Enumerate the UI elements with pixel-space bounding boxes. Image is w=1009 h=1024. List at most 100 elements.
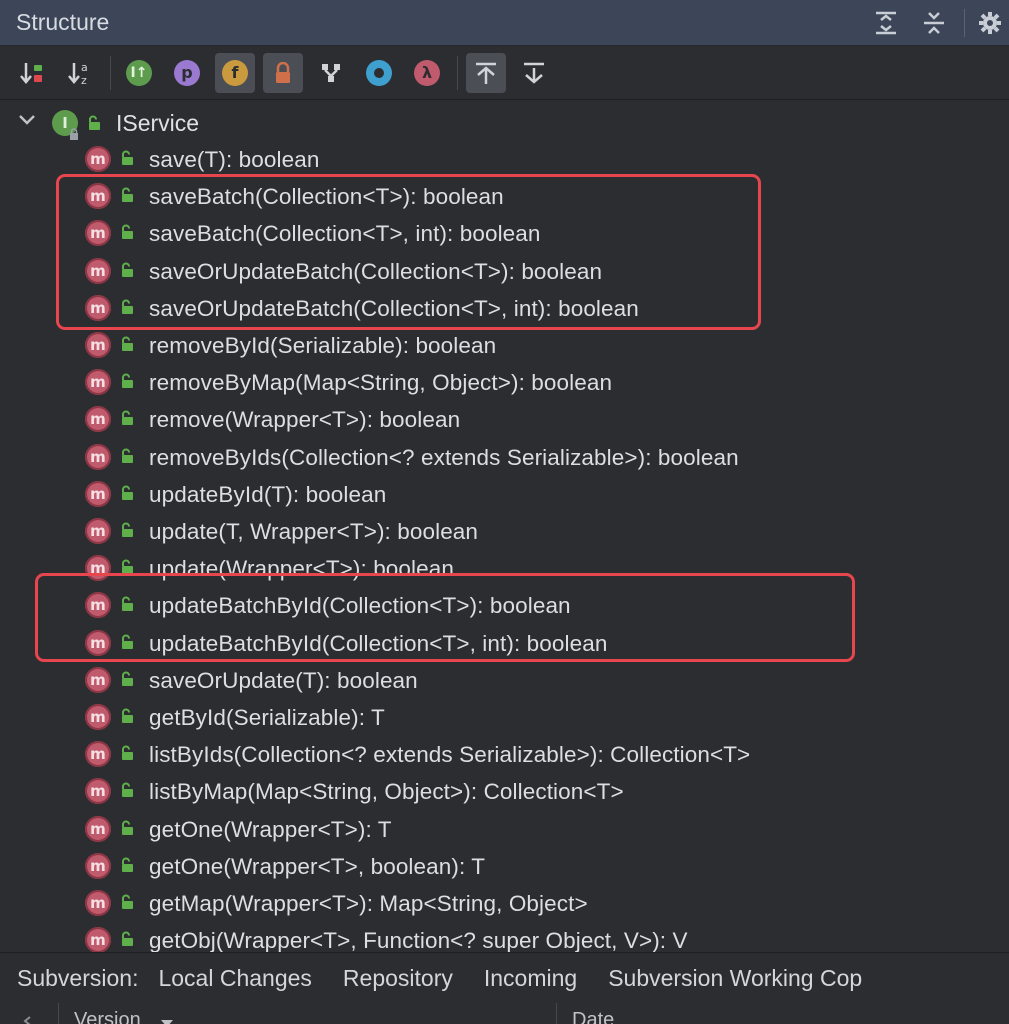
tree-method-row[interactable]: m removeById(Serializable): boolean	[0, 327, 1009, 364]
method-label: saveOrUpdate(T): boolean	[149, 667, 418, 693]
method-label: getOne(Wrapper<T>): T	[149, 816, 392, 842]
tab-subversion-working-copy[interactable]: Subversion Working Cop	[608, 965, 862, 992]
structure-header: Structure	[0, 0, 1009, 46]
autoscroll-to-source-icon[interactable]	[466, 52, 506, 93]
method-icon: m	[85, 146, 111, 172]
public-lock-icon	[119, 820, 135, 841]
tree-method-row[interactable]: m getMap(Wrapper<T>): Map<String, Object>	[0, 885, 1009, 922]
public-lock-icon	[119, 187, 135, 208]
tree-method-row[interactable]: m update(T, Wrapper<T>): boolean	[0, 513, 1009, 550]
scroll-left-icon[interactable]	[22, 1013, 32, 1024]
method-icon: m	[85, 815, 111, 842]
tree-method-row[interactable]: m saveOrUpdateBatch(Collection<T>): boole…	[0, 253, 1009, 290]
tree-method-row[interactable]: m update(Wrapper<T>): boolean	[0, 550, 1009, 587]
public-lock-icon	[119, 336, 135, 357]
method-icon: m	[85, 406, 111, 433]
method-label: getObj(Wrapper<T>, Function<? super Obje…	[149, 928, 688, 952]
sort-by-visibility-icon[interactable]	[12, 53, 52, 93]
autoscroll-from-source-icon[interactable]	[514, 53, 554, 93]
method-label: saveOrUpdateBatch(Collection<T>): boolea…	[149, 258, 603, 284]
method-label: saveBatch(Collection<T>): boolean	[149, 184, 504, 210]
toolbar-separator-2	[457, 55, 458, 90]
subversion-prefix: Subversion:	[17, 964, 139, 991]
tree-method-row[interactable]: m saveBatch(Collection<T>): boolean	[0, 178, 1009, 215]
tree-method-row[interactable]: m updateBatchById(Collection<T>): boolean	[0, 587, 1009, 624]
method-label: updateBatchById(Collection<T>, int): boo…	[149, 630, 608, 656]
structure-toolbar: a z I↑ p f λ	[0, 46, 1009, 100]
show-lambdas-icon[interactable]: λ	[407, 53, 447, 93]
tree-method-row[interactable]: m listByMap(Map<String, Object>): Collect…	[0, 773, 1009, 810]
header-separator	[964, 8, 965, 37]
table-header-strip: Version Date	[0, 1003, 1009, 1024]
sort-alphabetically-icon[interactable]: a z	[60, 53, 100, 93]
column-divider-2	[556, 1003, 557, 1024]
group-methods-icon[interactable]	[311, 53, 351, 93]
tree-method-row[interactable]: m updateById(T): boolean	[0, 476, 1009, 513]
public-lock-icon	[119, 857, 135, 878]
expand-all-icon[interactable]	[862, 0, 910, 45]
public-lock-icon	[119, 596, 135, 617]
method-icon: m	[85, 666, 111, 693]
show-inherited-icon[interactable]: I↑	[119, 53, 159, 93]
method-label: listByIds(Collection<? extends Serializa…	[149, 742, 751, 768]
public-lock-icon	[119, 448, 135, 469]
collapse-all-icon[interactable]	[910, 0, 958, 45]
panel-title: Structure	[16, 9, 110, 35]
method-label: removeByMap(Map<String, Object>): boolea…	[149, 370, 613, 396]
tree-method-row[interactable]: m save(T): boolean	[0, 141, 1009, 178]
method-icon: m	[85, 704, 111, 730]
tree-method-row[interactable]: m getObj(Wrapper<T>, Function<? super Obj…	[0, 922, 1009, 952]
public-lock-icon	[119, 634, 135, 655]
tree-method-row[interactable]: m getOne(Wrapper<T>): T	[0, 811, 1009, 848]
method-icon: m	[85, 852, 111, 879]
column-version[interactable]: Version	[74, 1009, 141, 1024]
header-actions	[862, 0, 1009, 45]
tree-method-row[interactable]: m getById(Serializable): T	[0, 699, 1009, 736]
tree-root-iservice[interactable]: I IService	[0, 103, 1009, 140]
column-divider	[58, 1003, 59, 1024]
tree-method-row[interactable]: m saveOrUpdate(T): boolean	[0, 662, 1009, 699]
tree-method-row[interactable]: m updateBatchById(Collection<T>, int): bo…	[0, 625, 1009, 662]
show-fields-icon[interactable]: f	[215, 52, 255, 93]
public-lock-icon	[119, 150, 135, 171]
column-date[interactable]: Date	[572, 1009, 614, 1024]
public-lock-icon	[119, 559, 135, 580]
method-label: updateById(T): boolean	[149, 481, 387, 507]
show-properties-icon[interactable]: p	[167, 53, 207, 93]
tree-method-row[interactable]: m removeByIds(Collection<? extends Serial…	[0, 439, 1009, 476]
method-icon: m	[85, 369, 111, 396]
method-icon: m	[85, 443, 111, 470]
public-lock-icon	[119, 410, 135, 431]
tab-local-changes[interactable]: Local Changes	[158, 965, 311, 992]
method-icon: m	[85, 332, 111, 358]
public-lock-icon	[119, 224, 135, 245]
method-icon: m	[85, 629, 111, 656]
tree-method-row[interactable]: m saveOrUpdateBatch(Collection<T>, int): …	[0, 290, 1009, 327]
method-icon: m	[85, 480, 111, 507]
tree-method-row[interactable]: m listByIds(Collection<? extends Serializ…	[0, 736, 1009, 773]
method-label: update(T, Wrapper<T>): boolean	[149, 519, 479, 544]
method-icon: m	[85, 220, 111, 247]
method-icon: m	[85, 294, 111, 321]
tree-method-row[interactable]: m getOne(Wrapper<T>, boolean): T	[0, 848, 1009, 885]
method-label: getMap(Wrapper<T>): Map<String, Object>	[149, 891, 588, 916]
method-icon: m	[85, 555, 111, 582]
tab-repository[interactable]: Repository	[343, 965, 453, 992]
public-lock-icon	[119, 373, 135, 394]
chevron-down-icon[interactable]	[18, 113, 36, 132]
show-non-public-icon[interactable]	[263, 52, 303, 93]
show-anonymous-icon[interactable]	[359, 53, 399, 93]
method-icon: m	[85, 257, 111, 284]
method-label: save(T): boolean	[149, 147, 320, 172]
method-icon: m	[85, 518, 111, 544]
method-icon: m	[85, 778, 111, 805]
public-lock-icon	[119, 708, 135, 729]
tree-method-row[interactable]: m remove(Wrapper<T>): boolean	[0, 401, 1009, 438]
method-label: listByMap(Map<String, Object>): Collecti…	[149, 779, 624, 805]
tree-method-row[interactable]: m saveBatch(Collection<T>, int): boolean	[0, 215, 1009, 252]
tree-method-row[interactable]: m removeByMap(Map<String, Object>): boole…	[0, 364, 1009, 401]
gear-icon[interactable]	[971, 0, 1009, 45]
tab-incoming[interactable]: Incoming	[484, 965, 577, 992]
sort-desc-icon	[160, 1015, 174, 1024]
public-lock-icon	[86, 115, 102, 136]
